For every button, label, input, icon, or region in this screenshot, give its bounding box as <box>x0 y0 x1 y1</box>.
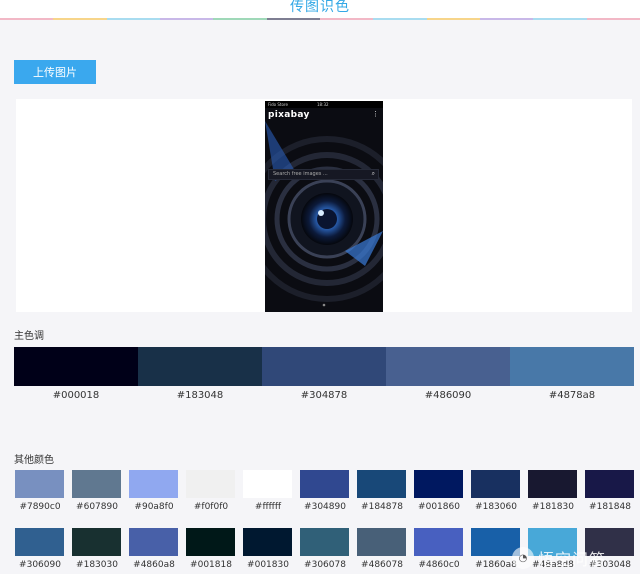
main-color-swatch[interactable] <box>510 347 634 386</box>
other-color-swatch[interactable] <box>357 470 406 498</box>
other-color-swatch[interactable] <box>357 528 406 556</box>
other-color-swatch[interactable] <box>129 528 178 556</box>
other-color-hex: #183060 <box>475 502 517 512</box>
status-time: 18:32 <box>317 102 329 107</box>
main-color-hex: #486090 <box>424 390 472 401</box>
page-title: 传图识色 <box>290 0 350 15</box>
other-color-hex: #ffffff <box>254 502 282 512</box>
other-color-swatch[interactable] <box>186 528 235 556</box>
other-color-swatch[interactable] <box>72 470 121 498</box>
other-color-swatch[interactable] <box>129 470 178 498</box>
upload-image-button[interactable]: 上传图片 <box>14 60 96 84</box>
other-color-swatch[interactable] <box>243 528 292 556</box>
other-color-swatch[interactable] <box>300 528 349 556</box>
other-color-hex: #4860a8 <box>133 560 175 570</box>
other-color-swatch[interactable] <box>186 470 235 498</box>
overflow-menu-icon: ⋮ <box>372 110 379 118</box>
other-colors-label: 其他颜色 <box>14 455 54 466</box>
main-color-swatch[interactable] <box>138 347 262 386</box>
other-color-hex: #001860 <box>418 502 460 512</box>
uploaded-image: Fido Store 18:32 pixabay ⋮ Search free i… <box>265 101 383 312</box>
main-color-hex: #304878 <box>300 390 348 401</box>
other-color-swatch[interactable] <box>300 470 349 498</box>
phone-status-bar: Fido Store 18:32 <box>265 101 383 108</box>
other-color-swatch[interactable] <box>528 470 577 498</box>
camera-lens-graphic <box>265 101 383 312</box>
other-color-hex: #306078 <box>304 560 346 570</box>
other-color-hex: #183030 <box>76 560 118 570</box>
main-colors-label: 主色调 <box>14 331 44 342</box>
other-color-swatch[interactable] <box>414 470 463 498</box>
main-color-swatch[interactable] <box>262 347 386 386</box>
main-color-hex: #183048 <box>176 390 224 401</box>
other-color-swatch[interactable] <box>15 470 64 498</box>
watermark-text: 悟空问答 <box>538 550 607 569</box>
other-color-hex: #7890c0 <box>19 502 61 512</box>
other-color-hex: #486078 <box>361 560 403 570</box>
main-color-hex: #000018 <box>52 390 100 401</box>
main-color-hex: #4878a8 <box>548 390 596 401</box>
main-color-swatch[interactable] <box>386 347 510 386</box>
header-rainbow-divider <box>0 18 640 20</box>
other-color-hex: #001818 <box>190 560 232 570</box>
other-color-swatch[interactable] <box>243 470 292 498</box>
other-color-swatch[interactable] <box>471 470 520 498</box>
image-preview-area: Fido Store 18:32 pixabay ⋮ Search free i… <box>16 99 632 312</box>
watermark-logo-icon: ◔ <box>512 547 534 569</box>
page-header: 传图识色 <box>0 0 640 20</box>
status-carrier: Fido Store <box>268 102 288 107</box>
other-color-swatch[interactable] <box>414 528 463 556</box>
other-color-hex: #f0f0f0 <box>193 502 229 512</box>
other-color-hex: #001830 <box>247 560 289 570</box>
other-color-swatch[interactable] <box>585 470 634 498</box>
main-color-swatch[interactable] <box>14 347 138 386</box>
other-color-hex: #4860c0 <box>418 560 460 570</box>
watermark: ◔ 悟空问答 <box>512 542 640 574</box>
search-icon: ⌕ <box>371 170 375 177</box>
other-color-hex: #304890 <box>304 502 346 512</box>
phone-search-placeholder: Search free images ... <box>273 171 328 177</box>
other-color-hex: #306090 <box>19 560 61 570</box>
other-color-hex: #90a8f0 <box>134 502 174 512</box>
other-color-swatch[interactable] <box>72 528 121 556</box>
other-color-hex: #181848 <box>589 502 631 512</box>
other-color-swatch[interactable] <box>15 528 64 556</box>
other-color-hex: #607890 <box>76 502 118 512</box>
other-color-hex: #184878 <box>361 502 403 512</box>
other-color-hex: #181830 <box>532 502 574 512</box>
phone-search-bar: Search free images ... ⌕ <box>268 169 379 180</box>
app-logo: pixabay <box>268 110 310 120</box>
